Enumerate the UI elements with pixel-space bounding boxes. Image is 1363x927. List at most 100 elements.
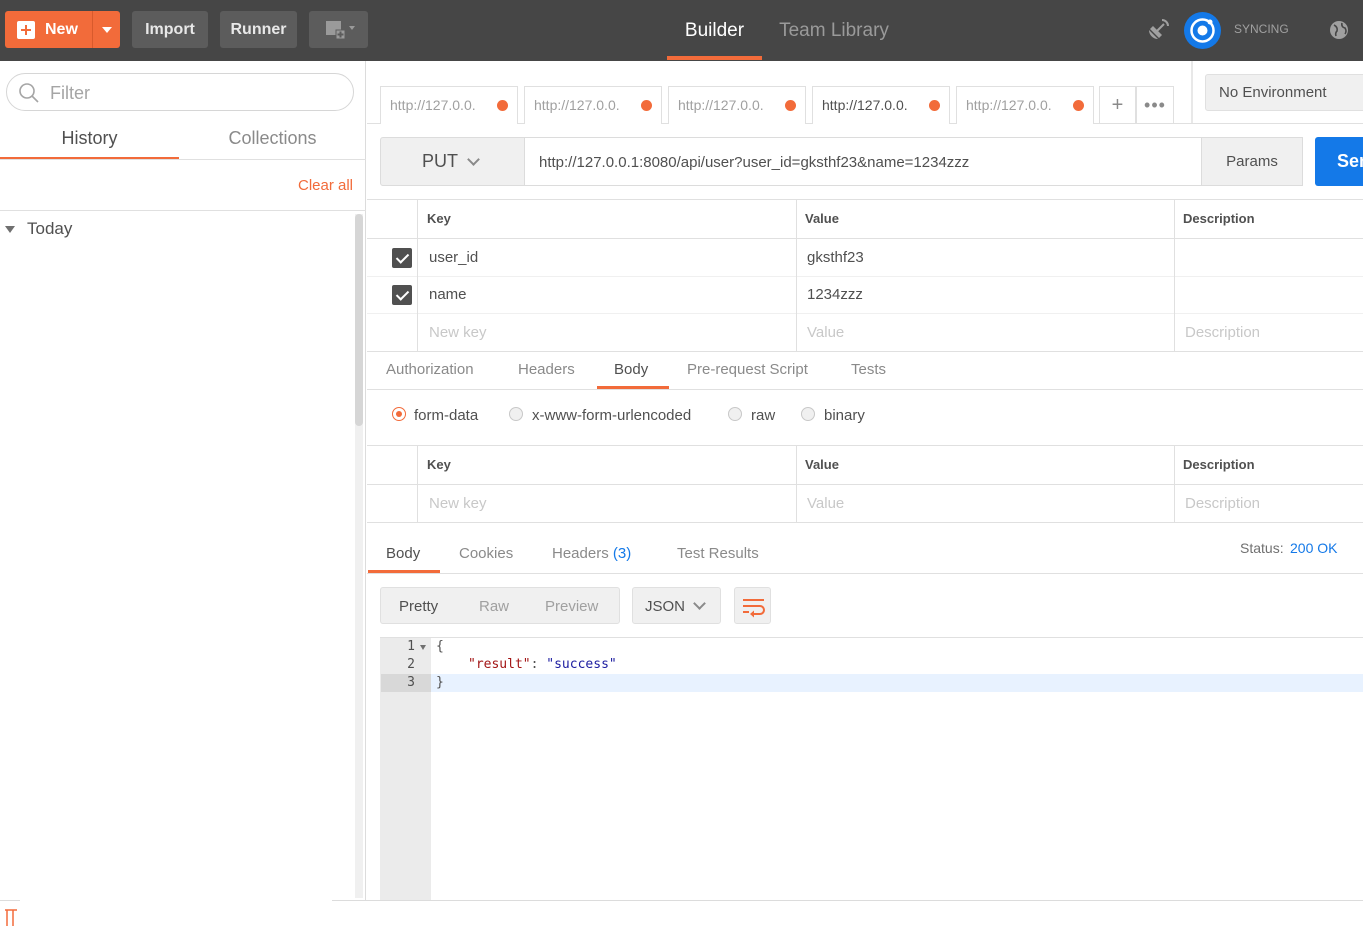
tab-pre-request-script[interactable]: Pre-request Script	[687, 361, 808, 378]
divider	[417, 199, 418, 351]
request-tab-label: http://127.0.0.	[966, 97, 1052, 113]
tab-tests[interactable]: Tests	[851, 361, 886, 378]
unsaved-dot-icon	[785, 100, 796, 111]
runner-button[interactable]: Runner	[220, 11, 297, 48]
divider	[0, 159, 366, 160]
unsaved-dot-icon	[929, 100, 940, 111]
import-button[interactable]: Import	[132, 11, 208, 48]
request-tab[interactable]: http://127.0.0.	[524, 86, 662, 124]
tab-builder[interactable]: Builder	[667, 0, 762, 61]
plus-icon	[17, 20, 35, 39]
json-value: "success"	[546, 657, 617, 672]
response-tab-body[interactable]: Body	[386, 545, 420, 562]
send-button[interactable]: Send	[1315, 137, 1363, 186]
divider	[796, 199, 797, 351]
new-button[interactable]: New	[5, 11, 92, 48]
add-tab-button[interactable]: +	[1099, 86, 1136, 124]
filter-placeholder: Filter	[50, 83, 90, 103]
radio-urlencoded[interactable]	[509, 407, 523, 421]
response-tab-headers-label: Headers	[552, 545, 609, 562]
caret-down-icon	[101, 26, 112, 33]
divider	[367, 313, 1363, 314]
new-value-input[interactable]: Value	[807, 324, 844, 341]
tab-headers[interactable]: Headers	[518, 361, 575, 378]
divider	[0, 900, 20, 901]
radio-form-data[interactable]	[392, 407, 406, 421]
status-value: 200 OK	[1290, 540, 1338, 556]
code-brace-open: {	[436, 639, 444, 654]
url-input[interactable]: http://127.0.0.1:8080/api/user?user_id=g…	[524, 137, 1202, 186]
divider	[332, 900, 1363, 901]
active-line-highlight	[431, 674, 1363, 692]
new-key-input[interactable]: New key	[429, 324, 487, 341]
json-key: "result"	[468, 657, 531, 672]
search-icon	[19, 83, 39, 103]
new-window-button[interactable]	[309, 11, 368, 48]
request-tab[interactable]: http://127.0.0.	[668, 86, 806, 124]
tab-collections[interactable]: Collections	[179, 117, 366, 159]
satellite-icon[interactable]	[1144, 16, 1172, 44]
request-tab-label: http://127.0.0.	[678, 97, 764, 113]
more-tabs-button[interactable]: •••	[1136, 86, 1174, 124]
clear-all-link[interactable]: Clear all	[298, 177, 353, 194]
new-description-input[interactable]: Description	[1185, 495, 1260, 512]
format-preview-button[interactable]: Preview	[545, 598, 598, 615]
new-dropdown-button[interactable]	[92, 11, 120, 48]
divider	[1174, 445, 1175, 522]
param-value[interactable]: gksthf23	[807, 249, 864, 266]
response-tab-cookies[interactable]: Cookies	[459, 545, 513, 562]
environment-select[interactable]: No Environment	[1205, 74, 1363, 111]
response-tab-test-results[interactable]: Test Results	[677, 545, 759, 562]
tab-team-library[interactable]: Team Library	[772, 0, 896, 61]
request-tab-label: http://127.0.0.	[822, 97, 908, 113]
wrap-lines-icon	[743, 599, 765, 618]
column-header-description: Description	[1183, 457, 1255, 472]
param-checkbox[interactable]	[392, 248, 412, 268]
param-checkbox[interactable]	[392, 285, 412, 305]
code-line: "result": "success"	[468, 657, 617, 672]
method-select[interactable]: PUT	[380, 137, 525, 186]
divider	[1174, 199, 1175, 351]
tab-authorization[interactable]: Authorization	[386, 361, 474, 378]
line-number: 2	[407, 657, 415, 672]
divider	[0, 210, 366, 211]
status-bar-icon[interactable]	[4, 908, 18, 926]
wrap-lines-button[interactable]	[734, 587, 771, 624]
json-colon: :	[530, 657, 547, 672]
params-button[interactable]: Params	[1201, 137, 1303, 186]
history-group-today[interactable]: Today	[27, 219, 72, 239]
request-tab[interactable]: http://127.0.0.	[380, 86, 518, 124]
param-key[interactable]: name	[429, 286, 467, 303]
new-value-input[interactable]: Value	[807, 495, 844, 512]
sidebar-scrollbar-thumb[interactable]	[355, 214, 363, 426]
format-raw-button[interactable]: Raw	[479, 598, 509, 615]
param-value[interactable]: 1234zzz	[807, 286, 863, 303]
request-tab[interactable]: http://127.0.0.	[956, 86, 1094, 124]
globe-icon[interactable]	[1328, 19, 1350, 41]
divider	[367, 573, 1363, 574]
tab-history[interactable]: History	[0, 117, 179, 159]
unsaved-dot-icon	[641, 100, 652, 111]
unsaved-dot-icon	[497, 100, 508, 111]
radio-raw[interactable]	[728, 407, 742, 421]
divider	[367, 238, 1363, 239]
fold-caret-icon[interactable]	[420, 645, 426, 650]
unsaved-dot-icon	[1073, 100, 1084, 111]
radio-label-binary: binary	[824, 407, 865, 424]
format-pretty-button[interactable]: Pretty	[399, 598, 438, 615]
status-label: Status:	[1240, 540, 1284, 556]
caret-down-icon[interactable]	[5, 226, 15, 233]
sync-status-icon[interactable]	[1184, 12, 1221, 49]
new-key-input[interactable]: New key	[429, 495, 487, 512]
request-tab-active[interactable]: http://127.0.0.	[812, 86, 950, 124]
radio-binary[interactable]	[801, 407, 815, 421]
method-label: PUT	[422, 151, 458, 171]
radio-label-form-data: form-data	[414, 407, 479, 424]
language-select[interactable]: JSON	[632, 587, 721, 624]
divider	[1191, 61, 1193, 123]
response-tab-headers[interactable]: Headers (3)	[552, 545, 631, 562]
tab-body[interactable]: Body	[614, 361, 648, 378]
param-key[interactable]: user_id	[429, 249, 478, 266]
request-tab-label: http://127.0.0.	[534, 97, 620, 113]
new-description-input[interactable]: Description	[1185, 324, 1260, 341]
